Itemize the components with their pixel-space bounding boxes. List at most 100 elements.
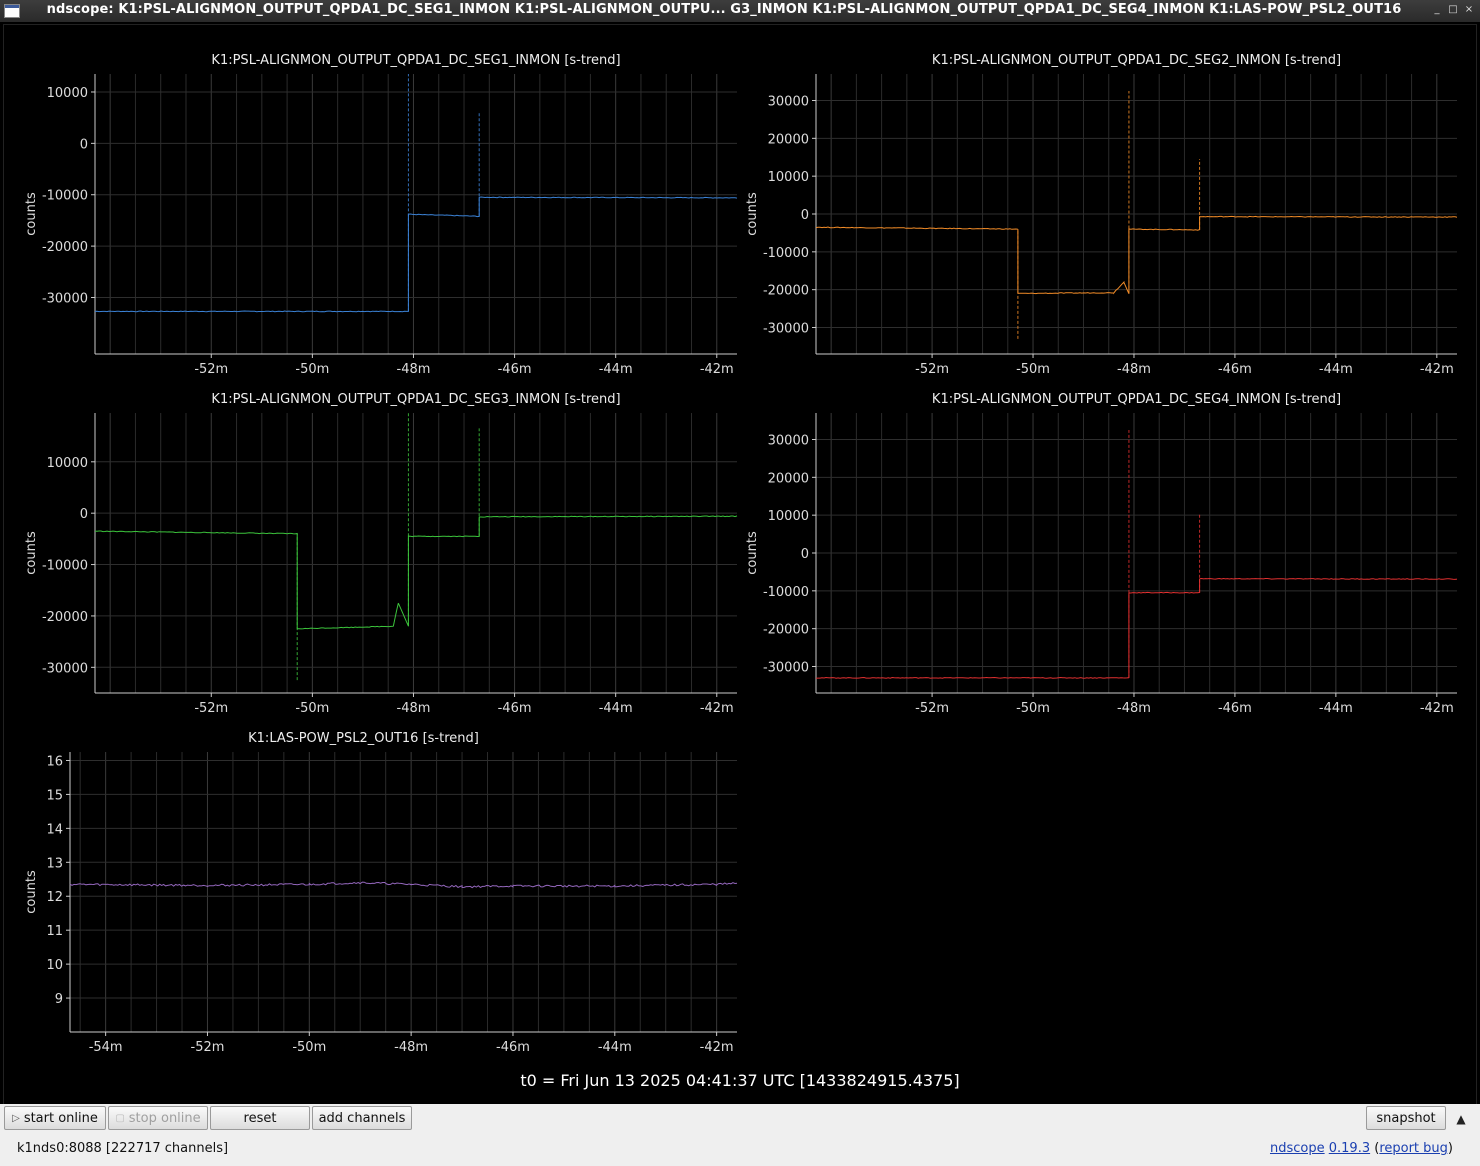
snapshot-button[interactable]: snapshot (1366, 1106, 1446, 1130)
window-title: ndscope: K1:PSL-ALIGNMON_OUTPUT_QPDA1_DC… (46, 2, 1402, 17)
x-tick-label: -48m (1117, 701, 1151, 716)
reset-label: reset (243, 1110, 277, 1126)
stop-online-button[interactable]: ▢ stop online (108, 1106, 208, 1130)
x-tick-label: -48m (394, 1040, 428, 1055)
x-tick-label: -52m (194, 362, 228, 377)
x-tick-label: -42m (700, 701, 734, 716)
y-tick-label: -30000 (763, 661, 809, 676)
reset-button[interactable]: reset (210, 1106, 310, 1130)
report-bug-link[interactable]: report bug (1379, 1141, 1448, 1156)
x-tick-label: -44m (599, 362, 633, 377)
stop-online-label: stop online (128, 1110, 201, 1126)
x-tick-label: -42m (700, 1040, 734, 1055)
add-channels-label: add channels (318, 1110, 406, 1126)
x-tick-label: -44m (1319, 362, 1353, 377)
y-tick-label: 10000 (768, 509, 809, 524)
plot-4[interactable]: K1:PSL-ALIGNMON_OUTPUT_QPDA1_DC_SEG4_INM… (745, 392, 1458, 716)
x-tick-label: -52m (191, 1040, 225, 1055)
y-tick-label: -10000 (42, 189, 88, 204)
x-tick-label: -52m (915, 362, 949, 377)
x-tick-label: -48m (397, 362, 431, 377)
x-tick-label: -50m (295, 362, 329, 377)
plot-2[interactable]: K1:PSL-ALIGNMON_OUTPUT_QPDA1_DC_SEG2_INM… (745, 53, 1458, 377)
minimize-icon[interactable]: _ (1430, 3, 1444, 17)
x-tick-label: -42m (1420, 362, 1454, 377)
x-tick-label: -48m (397, 701, 431, 716)
add-channels-button[interactable]: add channels (312, 1106, 412, 1130)
y-tick-label: -20000 (42, 240, 88, 255)
y-tick-label: 0 (801, 208, 809, 223)
y-tick-label: 14 (46, 822, 63, 837)
x-tick-label: -50m (1016, 362, 1050, 377)
data-series-line (69, 881, 738, 889)
y-tick-label: -10000 (763, 246, 809, 261)
app-icon (4, 4, 20, 18)
server-status: k1nds0:8088 [222717 channels] (17, 1141, 229, 1156)
y-tick-label: 0 (80, 137, 88, 152)
y-axis-label: counts (745, 531, 760, 575)
plot-3[interactable]: K1:PSL-ALIGNMON_OUTPUT_QPDA1_DC_SEG3_INM… (24, 392, 738, 716)
version-link[interactable]: 0.19.3 (1329, 1141, 1370, 1156)
y-tick-label: 9 (55, 992, 63, 1007)
start-online-label: start online (23, 1110, 98, 1126)
t0-label: t0 = Fri Jun 13 2025 04:41:37 UTC [14338… (520, 1071, 960, 1090)
x-tick-label: -50m (295, 701, 329, 716)
y-tick-label: 20000 (768, 471, 809, 486)
plot-title: K1:PSL-ALIGNMON_OUTPUT_QPDA1_DC_SEG2_INM… (932, 53, 1341, 68)
x-tick-label: -46m (1218, 362, 1252, 377)
x-tick-label: -46m (496, 1040, 530, 1055)
start-online-button[interactable]: ▷ start online (4, 1106, 106, 1130)
y-tick-label: 30000 (768, 433, 809, 448)
y-tick-label: 10 (46, 958, 63, 973)
plot-5[interactable]: K1:LAS-POW_PSL2_OUT16 [s-trend] -54m -52m -… (24, 731, 738, 1055)
y-tick-label: -20000 (763, 284, 809, 299)
x-tick-label: -44m (1319, 701, 1353, 716)
y-tick-label: 10000 (47, 86, 88, 101)
y-tick-label: -10000 (763, 585, 809, 600)
y-axis-label: counts (24, 192, 39, 236)
plot-1[interactable]: K1:PSL-ALIGNMON_OUTPUT_QPDA1_DC_SEG1_INM… (24, 53, 738, 377)
y-tick-label: 16 (46, 754, 63, 769)
y-tick-label: 12 (46, 890, 63, 905)
x-tick-label: -52m (915, 701, 949, 716)
y-tick-label: -20000 (763, 623, 809, 638)
x-tick-label: -42m (700, 362, 734, 377)
ndscope-link[interactable]: ndscope (1270, 1141, 1325, 1156)
y-tick-label: 0 (801, 547, 809, 562)
close-icon[interactable]: × (1462, 3, 1476, 17)
y-tick-label: -30000 (42, 661, 88, 676)
collapse-toolbar-icon[interactable]: ▲ (1452, 1110, 1470, 1128)
maximize-icon[interactable]: □ (1446, 3, 1460, 17)
title-bar: ndscope: K1:PSL-ALIGNMON_OUTPUT_QPDA1_DC… (0, 0, 1480, 22)
x-tick-label: -50m (1016, 701, 1050, 716)
y-tick-label: -30000 (763, 322, 809, 337)
y-tick-label: 10000 (47, 456, 88, 471)
version-info: ndscope 0.19.3 (report bug) (1269, 1141, 1453, 1156)
y-tick-label: 20000 (768, 132, 809, 147)
stop-icon: ▢ (115, 1112, 125, 1124)
x-tick-label: -46m (498, 362, 532, 377)
x-tick-label: -48m (1117, 362, 1151, 377)
y-tick-label: 0 (80, 507, 88, 522)
y-tick-label: 30000 (768, 94, 809, 109)
y-axis-label: counts (24, 531, 39, 575)
x-tick-label: -54m (89, 1040, 123, 1055)
y-tick-label: 11 (46, 924, 63, 939)
x-tick-label: -46m (1218, 701, 1252, 716)
x-tick-label: -52m (194, 701, 228, 716)
y-tick-label: -20000 (42, 610, 88, 625)
bottom-toolbar: ▷ start online ▢ stop online reset add c… (0, 1104, 1480, 1166)
snapshot-label: snapshot (1376, 1110, 1436, 1126)
x-tick-label: -44m (599, 701, 633, 716)
x-tick-label: -44m (598, 1040, 632, 1055)
plot-title: K1:PSL-ALIGNMON_OUTPUT_QPDA1_DC_SEG4_INM… (932, 392, 1341, 407)
plots-canvas[interactable]: K1:PSL-ALIGNMON_OUTPUT_QPDA1_DC_SEG1_INM… (0, 22, 1480, 1102)
y-axis-label: counts (24, 870, 39, 914)
y-tick-label: -10000 (42, 559, 88, 574)
y-axis-label: counts (745, 192, 760, 236)
x-tick-label: -50m (292, 1040, 326, 1055)
play-icon: ▷ (12, 1112, 20, 1124)
plot-title: K1:PSL-ALIGNMON_OUTPUT_QPDA1_DC_SEG3_INM… (211, 392, 620, 407)
y-tick-label: 13 (46, 856, 63, 871)
plot-title: K1:LAS-POW_PSL2_OUT16 [s-trend] (248, 731, 479, 746)
